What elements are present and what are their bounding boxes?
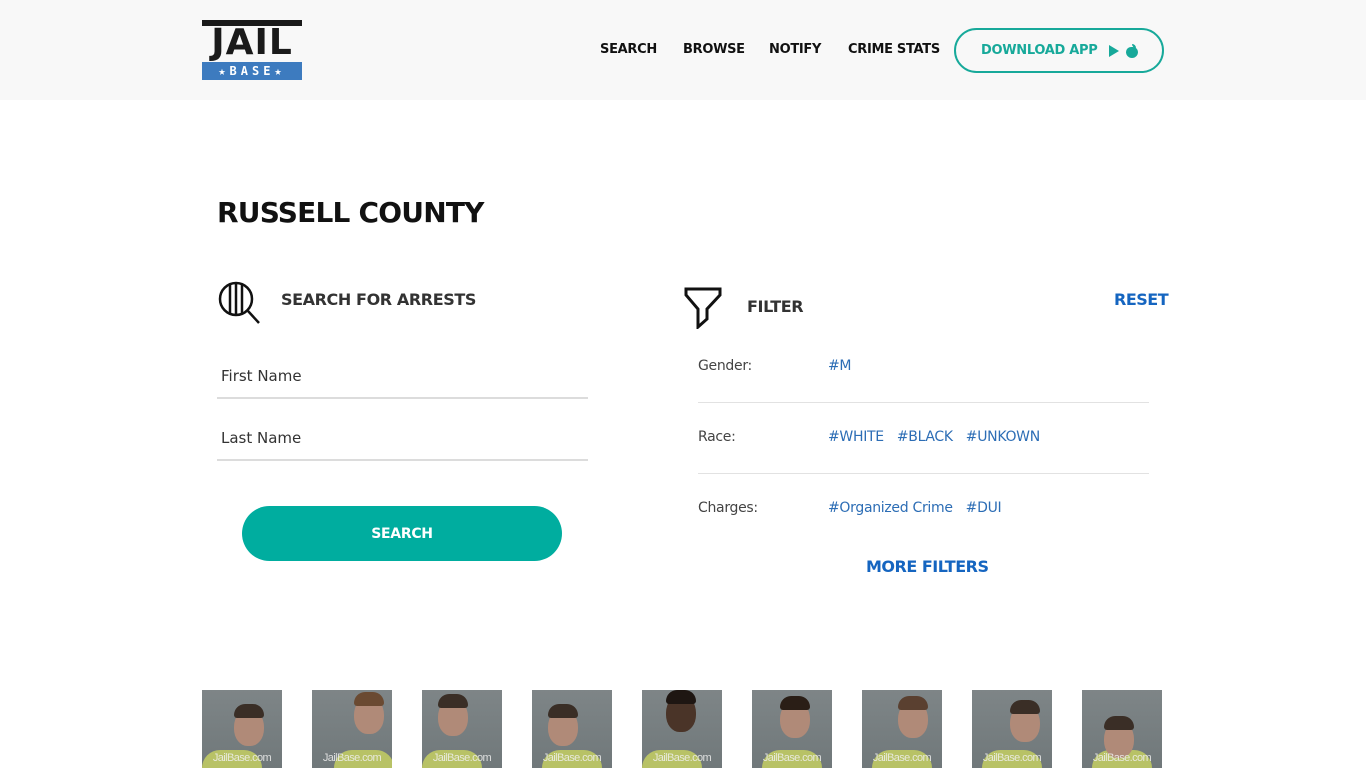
site-header: JAIL ★BASE★ SEARCH BROWSE NOTIFY CRIME S… [0,0,1366,100]
watermark: JailBase.com [652,752,712,764]
filter-tag-unknown[interactable]: #UNKOWN [966,429,1040,445]
download-app-button[interactable]: DOWNLOAD APP [954,28,1164,73]
watermark: JailBase.com [872,752,932,764]
last-name-input[interactable] [217,417,588,461]
nav-notify[interactable]: NOTIFY [769,42,821,57]
filter-tag-dui[interactable]: #DUI [966,500,1002,516]
jailbase-logo[interactable]: JAIL ★BASE★ [202,20,302,80]
mugshot-thumbnail[interactable]: JailBase.com [312,690,392,768]
nav-search[interactable]: SEARCH [600,42,657,57]
watermark: JailBase.com [322,752,382,764]
watermark: JailBase.com [1092,752,1152,764]
search-icon [218,281,260,324]
mugshot-thumbnail[interactable]: JailBase.com [422,690,502,768]
mugshot-thumbnail[interactable]: JailBase.com [1082,690,1162,768]
filter-tags-gender: #M [828,358,852,374]
mugshot-thumbnail[interactable]: JailBase.com [862,690,942,768]
filter-row-charges: Charges: #Organized Crime #DUI [698,474,1149,545]
mugshot-strip: JailBase.com JailBase.com JailBase.com J… [202,690,1162,768]
filter-tag-black[interactable]: #BLACK [897,429,953,445]
filter-row-gender: Gender: #M [698,332,1149,403]
filter-tags-race: #WHITE #BLACK #UNKOWN [828,429,1040,445]
mugshot-thumbnail[interactable]: JailBase.com [532,690,612,768]
watermark: JailBase.com [762,752,822,764]
filter-tag-organized-crime[interactable]: #Organized Crime [828,500,953,516]
filter-icon [684,287,722,329]
apple-icon [1126,43,1139,58]
first-name-input[interactable] [217,355,588,399]
filter-tag-m[interactable]: #M [828,358,852,374]
nav-crime-stats[interactable]: CRIME STATS [848,42,940,57]
more-filters-link[interactable]: MORE FILTERS [866,557,989,576]
nav-browse[interactable]: BROWSE [683,42,745,57]
mugshot-thumbnail[interactable]: JailBase.com [642,690,722,768]
filter-heading: FILTER [747,297,804,316]
search-heading: SEARCH FOR ARRESTS [281,290,476,309]
filter-label-race: Race: [698,429,736,445]
watermark: JailBase.com [982,752,1042,764]
logo-base-text: ★BASE★ [202,62,302,80]
search-button[interactable]: SEARCH [242,506,562,561]
mugshot-thumbnail[interactable]: JailBase.com [752,690,832,768]
logo-wordmark: JAIL [202,20,302,62]
store-icons [1109,43,1139,58]
page-title: RUSSELL COUNTY [217,196,484,229]
filter-label-gender: Gender: [698,358,752,374]
filter-row-race: Race: #WHITE #BLACK #UNKOWN [698,403,1149,474]
watermark: JailBase.com [432,752,492,764]
watermark: JailBase.com [542,752,602,764]
download-app-label: DOWNLOAD APP [981,43,1098,58]
google-play-icon [1109,44,1120,57]
filter-tag-white[interactable]: #WHITE [828,429,884,445]
logo-jail-text: JAIL [211,22,293,63]
filter-label-charges: Charges: [698,500,758,516]
filter-tags-charges: #Organized Crime #DUI [828,500,1002,516]
mugshot-thumbnail[interactable]: JailBase.com [972,690,1052,768]
reset-filters-link[interactable]: RESET [1114,290,1169,309]
watermark: JailBase.com [212,752,272,764]
mugshot-thumbnail[interactable]: JailBase.com [202,690,282,768]
